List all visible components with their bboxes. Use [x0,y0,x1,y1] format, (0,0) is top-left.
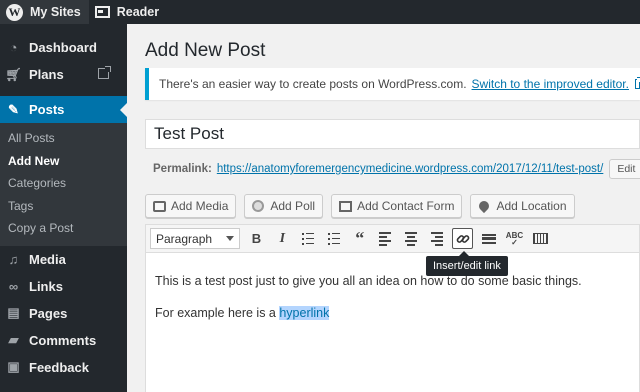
bulleted-list-icon [302,232,315,245]
notice-text: There's an easier way to create posts on… [159,77,467,91]
bold-icon: B [251,231,262,246]
external-link-icon[interactable] [634,77,640,89]
editor-content[interactable]: This is a test post just to give you all… [146,253,639,356]
sidebar-item-comments[interactable]: ▰ Comments [0,327,127,354]
add-contact-form-button[interactable]: Add Contact Form [331,194,463,218]
reader-icon [94,6,110,18]
format-select-value: Paragraph [156,231,213,246]
add-poll-button[interactable]: Add Poll [244,194,324,218]
align-right-button[interactable] [427,228,448,249]
italic-icon: I [279,230,286,246]
add-media-label: Add Media [171,199,229,213]
sidebar-item-media[interactable]: ♫ Media [0,246,127,273]
permalink-url[interactable]: https://anatomyforemergencymedicine.word… [217,163,604,175]
submenu-all-posts[interactable]: All Posts [0,127,127,150]
submenu-copy-a-post[interactable]: Copy a Post [0,217,127,240]
permalink-label: Permalink: [153,163,212,175]
poll-icon [251,199,265,213]
blockquote-icon: “ [355,228,365,248]
spellcheck-icon: ABC ✓ [505,230,524,247]
sidebar-item-label: Feedback [29,359,89,375]
edit-permalink-button[interactable]: Edit [609,159,640,179]
media-buttons: Add Media Add Poll Add Contact Form Add … [145,194,583,218]
reader-label: Reader [116,5,160,19]
posts-submenu: All Posts Add New Categories Tags Copy a… [0,123,127,246]
editor-notice: There's an easier way to create posts on… [145,68,640,100]
admin-bar: W My Sites Reader [0,0,640,24]
my-sites-button[interactable]: W My Sites [0,0,89,24]
sidebar-item-posts[interactable]: ✎ Posts [0,96,127,123]
toolbar-toggle-button[interactable] [530,228,551,249]
sidebar-item-label: Links [29,278,63,294]
hyperlink-text[interactable]: hyperlink [279,305,330,320]
link-icon: ∞ [8,278,19,294]
add-location-label: Add Location [496,199,567,213]
external-link-icon [98,66,111,79]
sidebar-item-label: Media [29,251,66,267]
submenu-tags[interactable]: Tags [0,195,127,218]
comment-icon: ▰ [8,332,19,347]
pages-icon: ▤ [7,305,20,320]
spellcheck-button[interactable]: ABC ✓ [504,228,525,249]
align-center-button[interactable] [401,228,422,249]
chevron-down-icon [226,236,234,241]
bold-button[interactable]: B [246,228,267,249]
pin-icon: ✎ [8,101,19,117]
italic-button[interactable]: I [272,228,293,249]
paragraph-2-prefix: For example here is a [155,305,280,320]
sidebar-item-feedback[interactable]: ▣ Feedback [0,354,127,381]
read-more-icon [481,233,496,244]
sidebar-item-label: Dashboard [29,40,97,55]
media-icon [152,199,166,213]
switch-editor-link[interactable]: Switch to the improved editor. [472,77,629,91]
contact-form-icon [338,199,352,213]
numbered-list-button[interactable] [323,228,344,249]
blockquote-button[interactable]: “ [349,228,370,249]
numbered-list-icon [327,232,340,245]
paragraph-1: This is a test post just to give you all… [155,274,582,288]
wordpress-icon: W [6,3,23,21]
dashboard-icon: ◔ [9,40,18,55]
my-sites-label: My Sites [30,5,81,19]
align-center-icon [405,231,418,246]
editor-toolbar: Paragraph B I “ ABC ✓ Insert/edit link [146,225,639,276]
paragraph-2: For example here is a hyperlink [155,305,630,323]
submenu-add-new[interactable]: Add New [0,150,127,173]
link-icon [456,234,470,243]
sidebar-item-pages[interactable]: ▤ Pages [0,300,127,327]
post-title-input[interactable] [145,119,640,149]
sidebar-item-label: Posts [29,102,65,117]
keyboard-icon [532,233,548,244]
location-pin-icon [477,198,492,214]
sidebar-item-dashboard[interactable]: ◔ Dashboard [0,34,127,61]
sidebar-item-plans[interactable]: 🛒︎ Plans [0,61,127,88]
add-poll-label: Add Poll [270,199,316,213]
insert-link-button[interactable] [452,228,474,249]
feedback-icon: ▣ [7,359,20,374]
media-icon: ♫ [8,251,19,267]
admin-sidebar: ◔ Dashboard 🛒︎ Plans ✎ Posts All Posts A… [0,24,127,392]
sidebar-item-label: Comments [29,332,97,348]
page-title: Add New Post [145,40,266,61]
sidebar-item-label: Plans [29,67,64,82]
cart-icon: 🛒︎ [5,66,22,82]
main-content: Add New Post There's an easier way to cr… [127,24,640,392]
add-contact-form-label: Add Contact Form [357,199,455,213]
sidebar-item-label: Pages [29,305,68,321]
align-left-button[interactable] [375,228,396,249]
submenu-categories[interactable]: Categories [0,172,127,195]
add-location-button[interactable]: Add Location [470,194,575,218]
post-editor: Paragraph B I “ ABC ✓ Insert/edit link T… [145,224,640,392]
add-media-button[interactable]: Add Media [145,194,237,218]
read-more-button[interactable] [478,228,499,249]
sidebar-item-links[interactable]: ∞ Links [0,273,127,300]
bulleted-list-button[interactable] [298,228,319,249]
align-left-icon [379,231,392,246]
permalink-row: Permalink: https://anatomyforemergencyme… [153,157,640,181]
align-right-icon [431,231,444,246]
reader-button[interactable]: Reader [89,0,167,24]
format-select[interactable]: Paragraph [150,228,240,249]
link-tooltip: Insert/edit link [426,251,508,276]
